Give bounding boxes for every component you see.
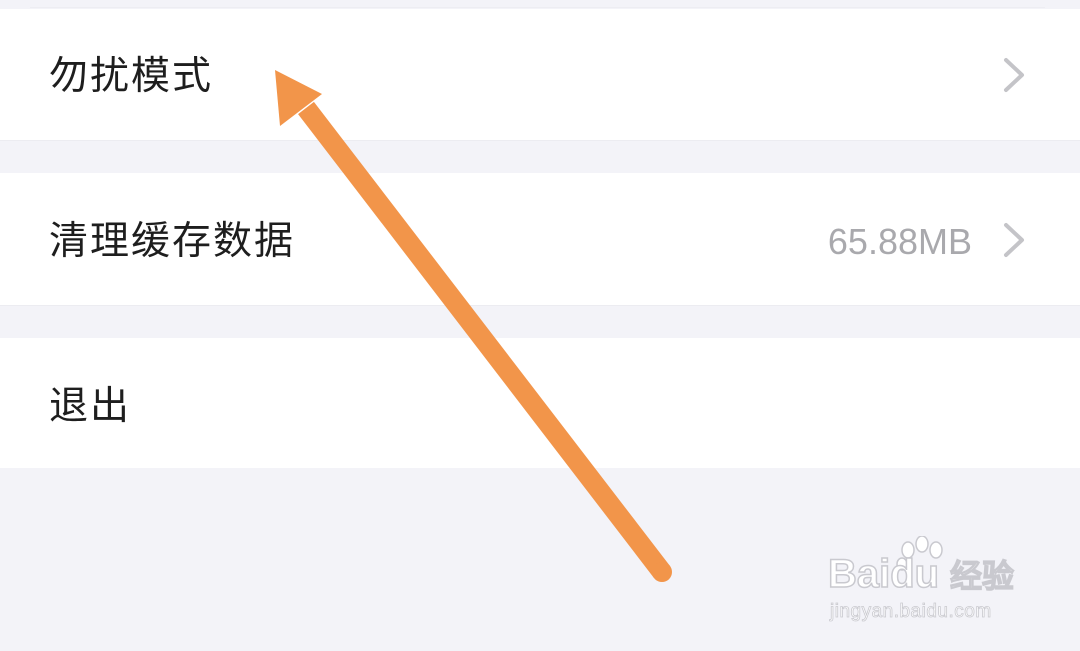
chevron-right-icon xyxy=(1004,58,1024,92)
chevron-right-icon xyxy=(1004,223,1024,257)
watermark-brand-prefix: Bai xyxy=(827,552,891,596)
baidu-jingyan-watermark: Baidu 经验 jingyan.baidu.com xyxy=(827,536,1028,631)
settings-item-clear-cache[interactable]: 清理缓存数据 65.88MB xyxy=(0,173,1080,306)
settings-item-do-not-disturb[interactable]: 勿扰模式 xyxy=(0,9,1080,141)
watermark-brand: Baidu xyxy=(827,552,940,596)
settings-item-label: 退出 xyxy=(49,384,132,429)
settings-item-label: 清理缓存数据 xyxy=(49,219,296,264)
settings-screen: 勿扰模式 清理缓存数据 65.88MB 退出 Baidu 经验 jingyan.… xyxy=(0,0,1080,651)
watermark-product: 经验 xyxy=(949,557,1015,595)
watermark-url: jingyan.baidu.com xyxy=(830,601,992,622)
settings-item-logout[interactable]: 退出 xyxy=(0,338,1080,468)
cache-size-value: 65.88MB xyxy=(827,221,972,262)
settings-item-label: 勿扰模式 xyxy=(49,54,214,99)
top-separator-line xyxy=(30,7,1045,8)
watermark-brand-suffix: du xyxy=(890,552,940,596)
